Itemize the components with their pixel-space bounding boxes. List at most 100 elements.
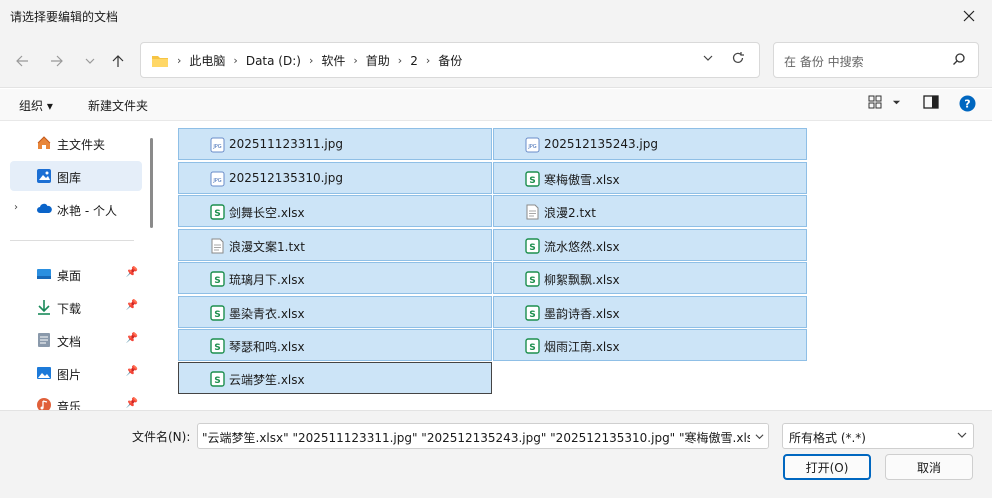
sidebar-item-label: 主文件夹 bbox=[57, 138, 106, 152]
file-name: 寒梅傲雪.xlsx bbox=[544, 173, 620, 187]
breadcrumb-separator: › bbox=[233, 54, 238, 67]
search-box[interactable]: 在 备份 中搜索 bbox=[773, 42, 979, 78]
svg-text:S: S bbox=[529, 176, 535, 186]
forward-button[interactable] bbox=[45, 49, 69, 73]
new-folder-button[interactable]: 新建文件夹 bbox=[88, 97, 148, 114]
dialog-footer: 文件名(N): "云端梦笙.xlsx" "202511123311.jpg" "… bbox=[0, 410, 992, 498]
close-icon bbox=[963, 10, 975, 22]
file-item[interactable]: S 寒梅傲雪.xlsx bbox=[493, 162, 807, 194]
arrow-right-icon bbox=[51, 55, 63, 67]
recent-locations-button[interactable] bbox=[78, 49, 102, 73]
address-bar[interactable]: › 此电脑 › Data (D:) › 软件 › 首助 › 2 › 备份 bbox=[140, 42, 760, 78]
view-options-button[interactable] bbox=[868, 95, 901, 109]
breadcrumb-separator: › bbox=[177, 54, 182, 67]
pin-icon: 📌 bbox=[125, 366, 138, 377]
filename-label: 文件名(N): bbox=[132, 430, 191, 444]
breadcrumb-this-pc[interactable]: 此电脑 bbox=[183, 52, 231, 69]
svg-text:S: S bbox=[529, 343, 535, 353]
refresh-icon bbox=[732, 52, 744, 63]
filename-value[interactable]: "云端梦笙.xlsx" "202511123311.jpg" "20251213… bbox=[202, 429, 768, 446]
filename-input[interactable]: "云端梦笙.xlsx" "202511123311.jpg" "20251213… bbox=[197, 423, 769, 449]
address-history-button[interactable] bbox=[703, 53, 713, 66]
gallery-icon bbox=[37, 169, 51, 183]
sidebar-item-pictures[interactable]: 图片 📌 bbox=[10, 358, 142, 388]
file-item[interactable]: S 墨韵诗香.xlsx bbox=[493, 296, 807, 328]
file-name: 剑舞长空.xlsx bbox=[229, 206, 305, 220]
close-button[interactable] bbox=[946, 0, 992, 32]
sidebar-item-label: 图片 bbox=[57, 368, 82, 382]
file-item[interactable]: S 流水悠然.xlsx bbox=[493, 229, 807, 261]
file-item[interactable]: 浪漫2.txt bbox=[493, 195, 807, 227]
sidebar-item-onedrive[interactable]: › 冰艳 - 个人 bbox=[10, 194, 142, 224]
chevron-down-icon bbox=[755, 433, 763, 439]
xlsx-file-icon: S bbox=[525, 271, 540, 287]
file-name: 202512135243.jpg bbox=[544, 137, 658, 151]
help-button[interactable]: ? bbox=[959, 95, 976, 112]
file-item[interactable]: S 剑舞长空.xlsx bbox=[178, 195, 492, 227]
sidebar-item-documents[interactable]: 文档 📌 bbox=[10, 325, 142, 355]
title-bar: 请选择要编辑的文档 bbox=[0, 0, 992, 32]
svg-text:S: S bbox=[214, 209, 220, 219]
chevron-down-icon bbox=[703, 55, 713, 61]
sidebar-scrollbar[interactable] bbox=[150, 138, 153, 228]
breadcrumb-folder[interactable]: 2 bbox=[404, 54, 424, 68]
onedrive-icon bbox=[37, 203, 52, 213]
svg-text:S: S bbox=[529, 243, 535, 253]
sidebar-item-gallery[interactable]: 图库 bbox=[10, 161, 142, 191]
breadcrumb-folder[interactable]: 首助 bbox=[360, 52, 396, 69]
preview-pane-icon bbox=[923, 95, 939, 109]
up-button[interactable] bbox=[106, 49, 130, 73]
file-item[interactable]: S 柳絮飘飘.xlsx bbox=[493, 262, 807, 294]
svg-text:JPG: JPG bbox=[212, 178, 221, 184]
breadcrumb-folder[interactable]: 软件 bbox=[315, 52, 351, 69]
pictures-icon bbox=[37, 367, 51, 379]
open-button[interactable]: 打开(O) bbox=[783, 454, 871, 480]
svg-text:JPG: JPG bbox=[527, 144, 536, 150]
svg-text:?: ? bbox=[964, 98, 970, 111]
refresh-button[interactable] bbox=[731, 51, 745, 69]
search-input[interactable]: 在 备份 中搜索 bbox=[784, 53, 864, 70]
sidebar-item-label: 文档 bbox=[57, 335, 82, 349]
file-name: 202511123311.jpg bbox=[229, 137, 343, 151]
file-name: 琴瑟和鸣.xlsx bbox=[229, 340, 305, 354]
file-item[interactable]: JPG 202512135310.jpg bbox=[178, 162, 492, 194]
svg-text:S: S bbox=[214, 376, 220, 386]
sidebar-item-label: 下载 bbox=[57, 302, 82, 316]
file-item-focused[interactable]: S 云端梦笙.xlsx bbox=[178, 362, 492, 394]
organize-button[interactable]: 组织 ▾ bbox=[19, 97, 53, 114]
folder-icon bbox=[152, 55, 168, 67]
sidebar-item-desktop[interactable]: 桌面 📌 bbox=[10, 259, 142, 289]
expand-chevron-icon[interactable]: › bbox=[14, 202, 18, 213]
filename-dropdown-button[interactable] bbox=[750, 424, 768, 448]
jpg-file-icon: JPG bbox=[210, 171, 225, 187]
help-icon: ? bbox=[959, 95, 976, 112]
txt-file-icon bbox=[526, 204, 539, 220]
file-item[interactable]: S 琉璃月下.xlsx bbox=[178, 262, 492, 294]
preview-pane-button[interactable] bbox=[923, 95, 939, 109]
navigation-bar: › 此电脑 › Data (D:) › 软件 › 首助 › 2 › 备份 在 备… bbox=[0, 32, 992, 88]
sidebar-item-home[interactable]: 主文件夹 bbox=[10, 128, 142, 158]
pin-icon: 📌 bbox=[125, 300, 138, 311]
cancel-button[interactable]: 取消 bbox=[885, 454, 973, 480]
breadcrumb-drive[interactable]: Data (D:) bbox=[240, 54, 307, 68]
file-item[interactable]: S 墨染青衣.xlsx bbox=[178, 296, 492, 328]
file-item[interactable]: S 琴瑟和鸣.xlsx bbox=[178, 329, 492, 361]
back-button[interactable] bbox=[10, 49, 34, 73]
sidebar-item-label: 桌面 bbox=[57, 269, 82, 283]
file-name: 202512135310.jpg bbox=[229, 171, 343, 185]
file-type-select[interactable]: 所有格式 (*.*) bbox=[782, 423, 974, 449]
file-item[interactable]: JPG 202511123311.jpg bbox=[178, 128, 492, 160]
file-item[interactable]: JPG 202512135243.jpg bbox=[493, 128, 807, 160]
search-icon[interactable] bbox=[952, 52, 966, 69]
sidebar-item-music[interactable]: 音乐 📌 bbox=[10, 390, 142, 410]
arrow-up-icon bbox=[112, 55, 124, 67]
file-name: 浪漫2.txt bbox=[544, 206, 596, 220]
file-name: 柳絮飘飘.xlsx bbox=[544, 273, 620, 287]
file-name: 墨染青衣.xlsx bbox=[229, 307, 305, 321]
sidebar-divider bbox=[10, 240, 134, 241]
sidebar-item-downloads[interactable]: 下载 📌 bbox=[10, 292, 142, 322]
breadcrumb-current[interactable]: 备份 bbox=[432, 52, 468, 69]
file-item[interactable]: S 烟雨江南.xlsx bbox=[493, 329, 807, 361]
file-name: 云端梦笙.xlsx bbox=[229, 373, 305, 387]
file-item[interactable]: 浪漫文案1.txt bbox=[178, 229, 492, 261]
